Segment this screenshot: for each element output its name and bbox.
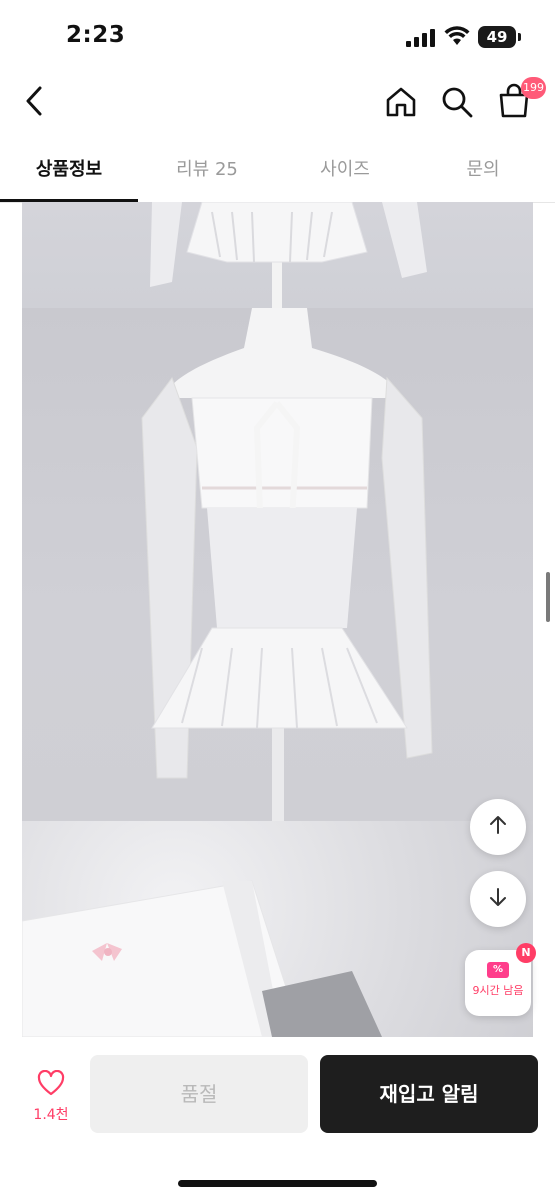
wifi-icon xyxy=(444,26,470,50)
coupon-icon: % xyxy=(487,962,509,978)
top-navigation xyxy=(0,70,555,138)
like-button[interactable]: 1.4천 xyxy=(24,1069,78,1124)
product-image-main xyxy=(22,308,533,821)
search-icon[interactable] xyxy=(440,85,474,123)
cart-count-badge: 199 xyxy=(521,77,546,99)
status-bar: 2:23 49 xyxy=(0,0,555,70)
product-image-top xyxy=(22,202,533,308)
restock-alert-button[interactable]: 재입고 알림 xyxy=(320,1055,538,1133)
new-badge: N xyxy=(516,943,536,963)
tab-inquiry[interactable]: 문의 xyxy=(414,140,552,202)
coupon-time-label: 9시간 남음 xyxy=(472,984,524,997)
scroll-up-button[interactable] xyxy=(470,799,526,855)
arrow-up-icon xyxy=(487,814,509,840)
signal-icon xyxy=(406,29,436,51)
product-image-detail xyxy=(22,821,533,1037)
heart-icon xyxy=(37,1069,65,1100)
tab-reviews[interactable]: 리뷰 25 xyxy=(138,140,276,202)
soldout-button: 품절 xyxy=(90,1055,308,1133)
battery-icon: 49 xyxy=(478,26,521,48)
bottom-action-bar: 1.4천 품절 재입고 알림 xyxy=(0,1037,555,1200)
scrollbar-thumb[interactable] xyxy=(546,572,550,622)
home-icon[interactable] xyxy=(384,86,418,122)
home-indicator xyxy=(178,1180,377,1187)
product-tabs: 상품정보 리뷰 25 사이즈 문의 xyxy=(0,140,555,203)
like-count: 1.4천 xyxy=(33,1107,69,1123)
back-icon[interactable] xyxy=(20,84,50,122)
arrow-down-icon xyxy=(487,886,509,912)
tab-product-info[interactable]: 상품정보 xyxy=(0,140,138,202)
status-time: 2:23 xyxy=(66,22,126,48)
tab-size[interactable]: 사이즈 xyxy=(276,140,414,202)
scroll-down-button[interactable] xyxy=(470,871,526,927)
